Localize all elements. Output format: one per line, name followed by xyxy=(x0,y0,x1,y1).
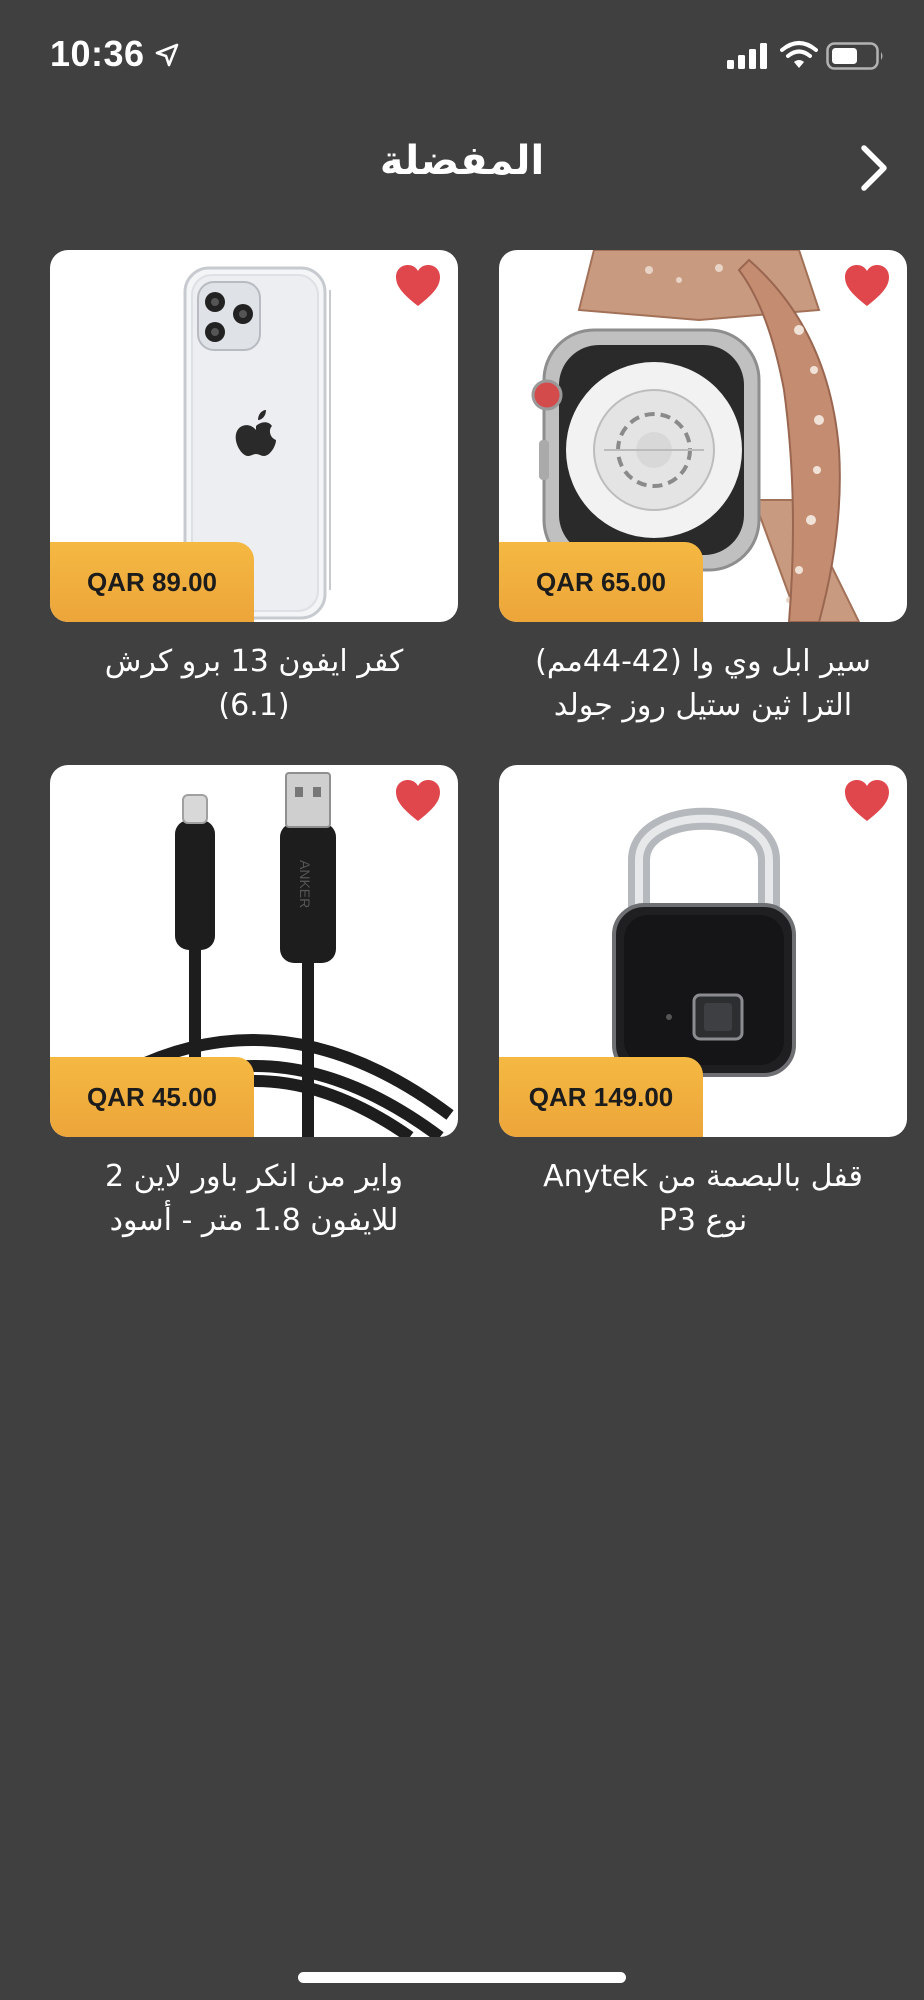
favorite-heart-icon[interactable] xyxy=(843,779,891,823)
back-chevron-icon[interactable] xyxy=(852,140,896,196)
page-title: المفضلة xyxy=(379,138,545,184)
product-title-line: سير ابل وي وا (42-44مم) xyxy=(535,644,871,679)
location-arrow-icon xyxy=(155,43,179,67)
favorite-heart-icon[interactable] xyxy=(843,264,891,308)
product-image-container[interactable]: ANKER QAR 45.00 xyxy=(50,765,458,1137)
product-title[interactable]: قفل بالبصمة من Anytek نوع P3 xyxy=(499,1155,907,1243)
favorite-heart-icon[interactable] xyxy=(394,264,442,308)
cellular-signal-icon xyxy=(727,43,767,69)
home-indicator[interactable] xyxy=(298,1972,626,1983)
product-title[interactable]: كفر ايفون 13 برو كرش (6.1) xyxy=(50,640,458,728)
favorites-screen: 10:36 المفضلة QAR 65.00 سير ابل وي وا (4… xyxy=(0,0,924,2000)
product-title-line: قفل بالبصمة من Anytek xyxy=(543,1159,863,1194)
product-title-line: كفر ايفون 13 برو كرش xyxy=(104,644,404,679)
product-title-line: (6.1) xyxy=(218,688,290,723)
status-bar: 10:36 xyxy=(0,0,924,110)
svg-text:ANKER: ANKER xyxy=(297,860,313,908)
price-badge: QAR 149.00 xyxy=(499,1057,703,1137)
product-card[interactable]: QAR 65.00 سير ابل وي وا (42-44مم) الترا … xyxy=(499,250,907,728)
favorite-heart-icon[interactable] xyxy=(394,779,442,823)
product-card[interactable]: QAR 149.00 قفل بالبصمة من Anytek نوع P3 xyxy=(499,765,907,1243)
price-badge: QAR 65.00 xyxy=(499,542,703,622)
product-image-container[interactable]: QAR 89.00 xyxy=(50,250,458,622)
wifi-icon xyxy=(780,41,818,68)
product-title-line: نوع P3 xyxy=(658,1203,748,1238)
product-image-container[interactable]: QAR 65.00 xyxy=(499,250,907,622)
price-badge: QAR 45.00 xyxy=(50,1057,254,1137)
product-image-container[interactable]: QAR 149.00 xyxy=(499,765,907,1137)
battery-icon xyxy=(826,42,883,70)
product-card[interactable]: ANKER QAR 45.00 واير من انكر باور لاين 2… xyxy=(50,765,458,1243)
product-title[interactable]: واير من انكر باور لاين 2 للايفون 1.8 متر… xyxy=(50,1155,458,1243)
product-title[interactable]: سير ابل وي وا (42-44مم) الترا ثين ستيل ر… xyxy=(499,640,907,728)
product-title-line: الترا ثين ستيل روز جولد xyxy=(553,688,853,723)
price-badge: QAR 89.00 xyxy=(50,542,254,622)
product-card[interactable]: QAR 89.00 كفر ايفون 13 برو كرش (6.1) xyxy=(50,250,458,728)
status-time: 10:36 xyxy=(50,33,145,74)
product-title-line: واير من انكر باور لاين 2 xyxy=(105,1159,403,1194)
product-title-line: للايفون 1.8 متر - أسود xyxy=(109,1203,399,1238)
